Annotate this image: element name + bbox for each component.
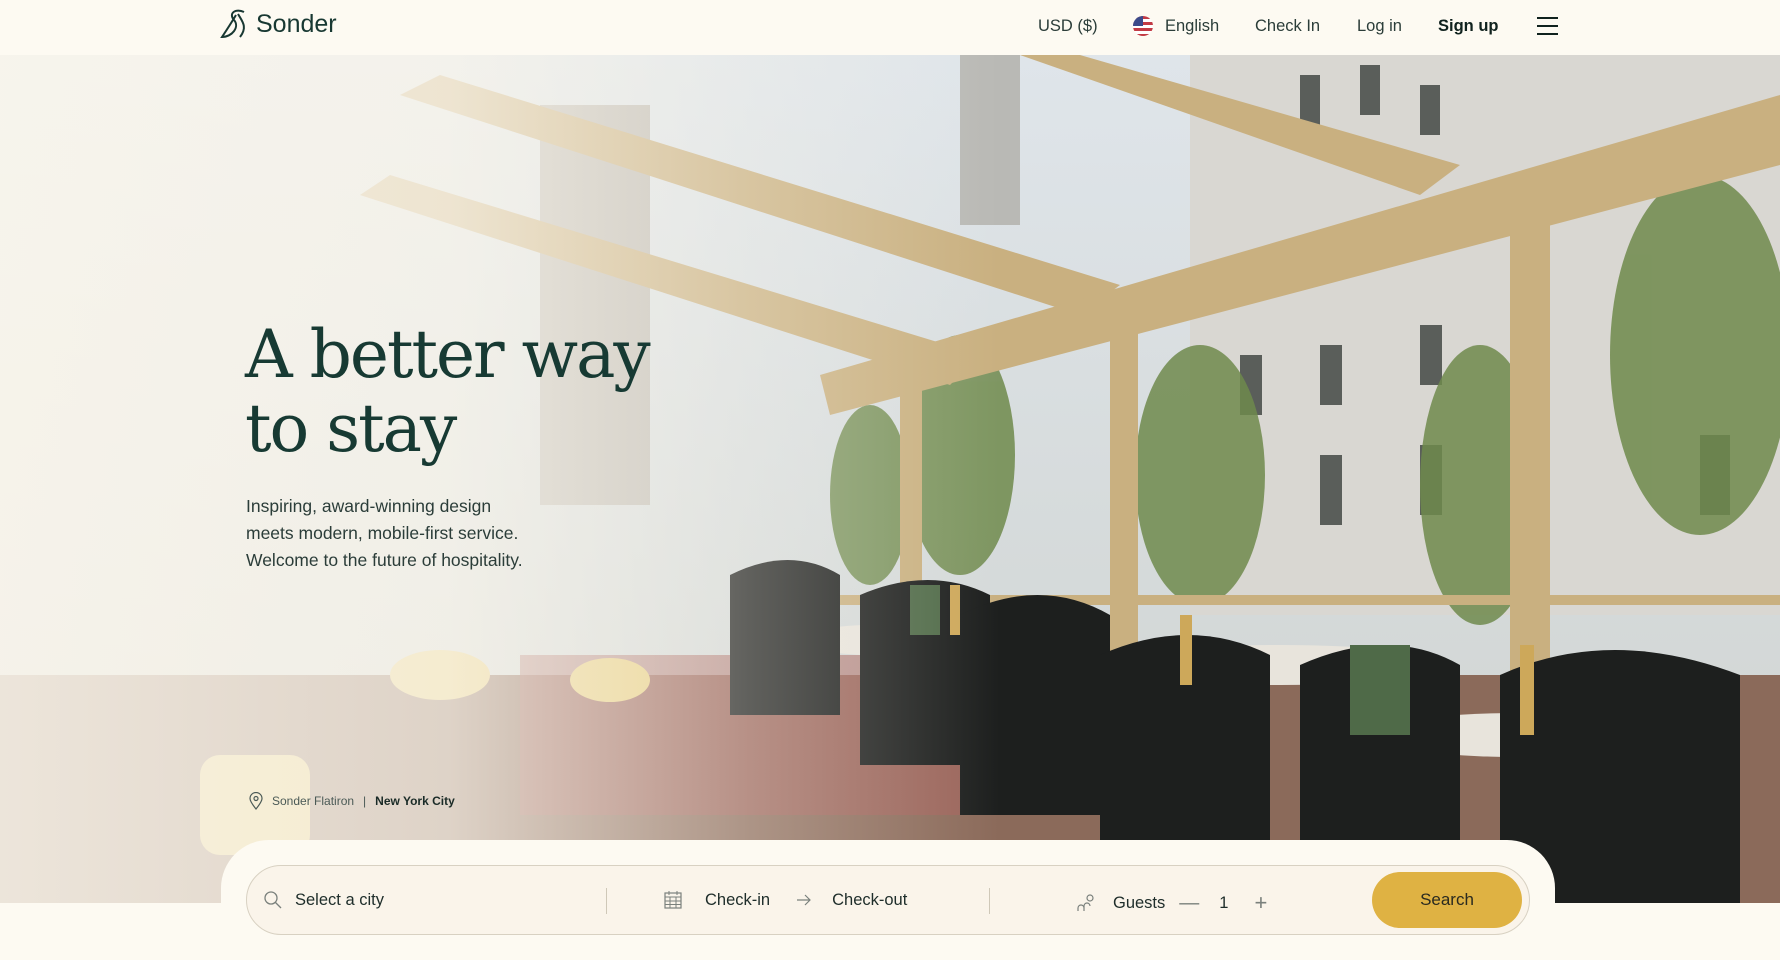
check-in-field[interactable]: Check-in — [705, 891, 770, 910]
us-flag-icon — [1133, 16, 1153, 36]
log-in-link[interactable]: Log in — [1357, 17, 1402, 36]
divider — [606, 888, 607, 914]
date-picker[interactable]: Check-in Check-out — [663, 890, 907, 910]
calendar-icon — [664, 891, 682, 909]
hero-subtitle: Inspiring, award-winning design meets mo… — [246, 496, 523, 570]
property-name: Sonder Flatiron — [272, 794, 355, 808]
sonder-logo[interactable]: Sonder — [218, 9, 337, 39]
header: Sonder USD ($) English Check In Log in S… — [0, 0, 1780, 55]
city-placeholder: Select a city — [295, 890, 384, 909]
brand-name: Sonder — [256, 9, 337, 38]
search-button[interactable]: Search — [1372, 872, 1522, 928]
sign-up-link[interactable]: Sign up — [1438, 17, 1499, 36]
hero-title: A better way to stay — [245, 316, 651, 467]
hero-fade-overlay — [0, 55, 1000, 903]
check-out-field[interactable]: Check-out — [832, 891, 907, 910]
decrease-guests-button[interactable]: — — [1179, 892, 1199, 915]
menu-icon[interactable] — [1537, 17, 1558, 35]
location-pin-icon — [249, 792, 263, 810]
currency-selector[interactable]: USD ($) — [1038, 17, 1098, 36]
guests-count: 1 — [1219, 893, 1229, 912]
sonder-logo-icon — [220, 9, 245, 39]
search-icon — [264, 891, 282, 909]
guests-selector: Guests — 1 + — [1077, 890, 1267, 916]
guests-label: Guests — [1113, 893, 1166, 912]
city-input[interactable]: Select a city — [263, 890, 384, 910]
check-in-link[interactable]: Check In — [1255, 17, 1320, 36]
photo-location: Sonder Flatiron | New York City — [249, 792, 455, 810]
search-bar: Select a city Check-in Check-out Guests … — [246, 865, 1530, 935]
arrow-right-icon — [797, 894, 811, 906]
language-selector[interactable]: English — [1165, 17, 1219, 36]
increase-guests-button[interactable]: + — [1254, 890, 1267, 916]
city-name: New York City — [375, 794, 455, 808]
guests-icon — [1077, 894, 1094, 911]
divider — [989, 888, 990, 914]
hero-image — [0, 55, 1780, 903]
separator: | — [363, 794, 367, 808]
